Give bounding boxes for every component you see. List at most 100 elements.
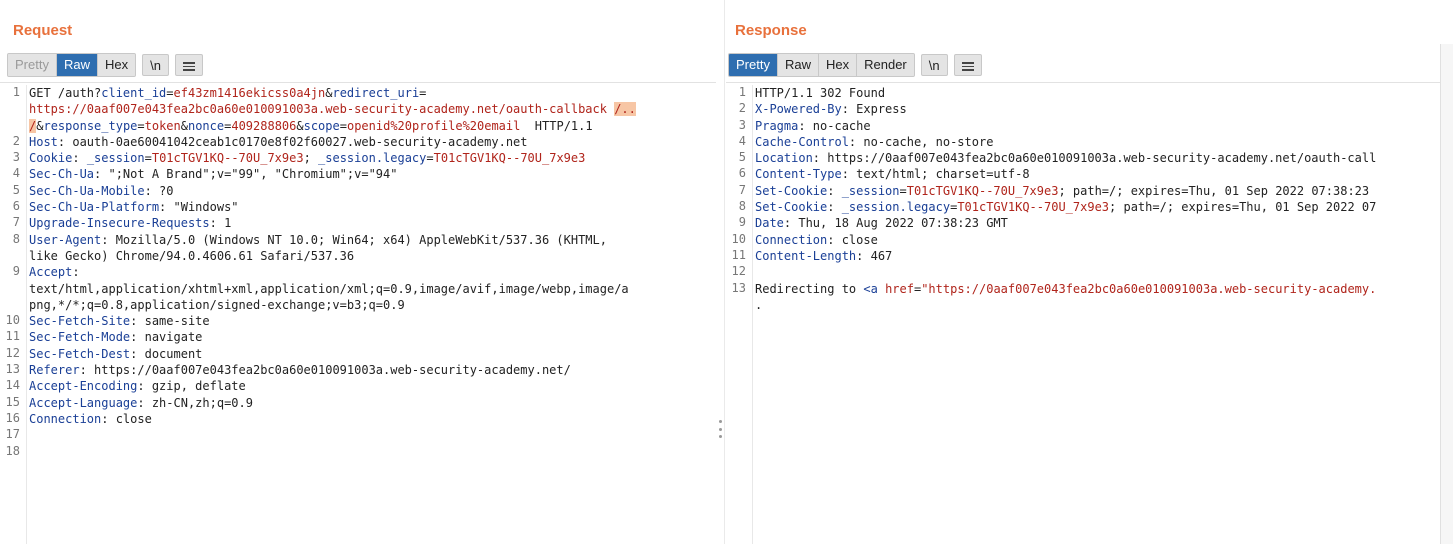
line-content: Sec-Fetch-Site: same-site <box>29 313 716 329</box>
code-line: 11 Sec-Fetch-Mode: navigate <box>0 329 716 345</box>
code-token: Sec-Fetch-Site <box>29 314 131 329</box>
code-token: Sec-Ch-Ua-Mobile <box>29 183 145 198</box>
code-token: ; path=/; expires=Thu, 01 Sep 2022 07:38… <box>1058 183 1370 198</box>
line-number: 12 <box>5 345 20 360</box>
code-token: : https://0aaf007e043fea2bc0a60e01009100… <box>79 363 571 378</box>
code-token: Pragma <box>755 118 799 133</box>
code-line: 8 User-Agent: Mozilla/5.0 (Windows NT 10.… <box>0 232 716 265</box>
menu-icon <box>961 60 974 73</box>
code-token: : Mozilla/5.0 (Windows NT 10.0; Win64; x… <box>101 232 607 247</box>
code-line: 9 Date: Thu, 18 Aug 2022 07:38:23 GMT <box>726 215 1440 231</box>
code-token: : <box>827 200 842 215</box>
code-line: 10 Sec-Fetch-Site: same-site <box>0 313 716 329</box>
code-token: : document <box>130 346 203 361</box>
code-line: 11 Content-Length: 467 <box>726 248 1440 264</box>
code-token: like Gecko) Chrome/94.0.4606.61 Safari/5… <box>29 248 355 263</box>
code-token: Connection <box>755 232 828 247</box>
code-token: nonce <box>187 118 225 133</box>
code-token: Upgrade-Insecure-Requests <box>29 216 210 231</box>
request-tab-raw[interactable]: Raw <box>56 54 98 76</box>
line-number: 7 <box>12 215 20 230</box>
split-drag-handle[interactable] <box>718 420 722 438</box>
code-token: Location <box>755 151 813 166</box>
response-editor[interactable]: 1 HTTP/1.1 302 Found 2 X-Powered-By: Expres… <box>726 85 1440 544</box>
code-token: Cache-Control <box>755 134 849 149</box>
code-token: : "Windows" <box>159 200 239 215</box>
response-newline-toggle[interactable]: \n <box>920 54 948 76</box>
line-content: Set-Cookie: _session.legacy=T01cTGV1KQ--… <box>755 199 1440 215</box>
code-token: X-Powered-By <box>755 102 842 117</box>
code-token: <a <box>863 281 886 296</box>
code-line: 12 ​ <box>726 264 1440 280</box>
code-token: _session.legacy <box>318 151 427 166</box>
response-tab-raw[interactable]: Raw <box>777 54 819 76</box>
code-token: : <box>827 183 842 198</box>
response-menu-button[interactable] <box>953 54 982 76</box>
code-line: 3 Pragma: no-cache <box>726 118 1440 134</box>
request-newline-toggle[interactable]: \n <box>142 54 169 76</box>
response-tab-pretty[interactable]: Pretty <box>729 54 778 76</box>
code-token: https://0aaf007e043fea2bc0a60e010091003a… <box>29 102 607 117</box>
line-content: ​ <box>29 444 716 460</box>
code-line: 1 HTTP/1.1 302 Found <box>726 85 1440 101</box>
code-token: : 1 <box>209 216 232 231</box>
line-number: 6 <box>738 166 746 181</box>
request-menu-button[interactable] <box>174 54 203 76</box>
code-token: : gzip, deflate <box>137 379 246 394</box>
code-token: redirect_uri <box>332 86 420 100</box>
code-token: Host <box>29 134 58 149</box>
line-number: 2 <box>12 133 20 148</box>
code-token: : close <box>827 232 878 247</box>
vertical-scrollbar[interactable] <box>1440 44 1453 544</box>
code-token: : <box>72 151 87 166</box>
code-token: Sec-Fetch-Dest <box>29 346 131 361</box>
pane-separator <box>724 0 725 544</box>
line-number: 5 <box>12 182 20 197</box>
line-content: Referer: https://0aaf007e043fea2bc0a60e0… <box>29 362 716 378</box>
line-content: Content-Length: 467 <box>755 248 1440 264</box>
code-token: : no-cache, no-store <box>848 134 994 149</box>
code-token: Sec-Fetch-Mode <box>29 330 131 345</box>
code-line: 5 Location: https://0aaf007e043fea2bc0a60… <box>726 150 1440 166</box>
code-line: 4 Cache-Control: no-cache, no-store <box>726 134 1440 150</box>
line-content: Cache-Control: no-cache, no-store <box>755 134 1440 150</box>
code-token: = <box>426 151 434 166</box>
line-number: 7 <box>738 182 746 197</box>
code-token: "https://0aaf007e043fea2bc0a60e010091003… <box>921 281 1377 296</box>
code-token: & <box>180 118 188 133</box>
line-content: Sec-Ch-Ua-Mobile: ?0 <box>29 183 716 199</box>
code-line: 2 Host: oauth-0ae60041042ceab1c0170e8f02f… <box>0 134 716 150</box>
response-tab-hex[interactable]: Hex <box>818 54 858 76</box>
response-tab-render[interactable]: Render <box>857 54 914 76</box>
code-token: : https://0aaf007e043fea2bc0a60e01009100… <box>812 151 1377 166</box>
code-token: Content-Length <box>755 248 857 263</box>
line-number: 9 <box>738 215 746 230</box>
code-token: text/html,application/xhtml+xml,applicat… <box>29 281 629 296</box>
code-token: Cookie <box>29 151 73 166</box>
code-token: GET /auth? <box>29 86 102 100</box>
code-token: Set-Cookie <box>755 183 828 198</box>
request-tab-hex[interactable]: Hex <box>97 54 136 76</box>
line-number: 14 <box>5 378 20 393</box>
line-number: 5 <box>738 150 746 165</box>
code-token: response_type <box>43 118 138 133</box>
code-line: 14 Accept-Encoding: gzip, deflate <box>0 378 716 394</box>
line-content: Accept-Language: zh-CN,zh;q=0.9 <box>29 395 716 411</box>
code-token: href <box>885 281 914 296</box>
line-number: 15 <box>5 394 20 409</box>
line-number: 4 <box>12 166 20 181</box>
line-content: Host: oauth-0ae60041042ceab1c0170e8f02f6… <box>29 134 716 150</box>
code-token: Connection <box>29 411 102 426</box>
request-editor[interactable]: 1 GET /auth?client_id=ef43zm1416ekicss0a4… <box>0 85 716 544</box>
code-token: Sec-Ch-Ua-Platform <box>29 200 160 215</box>
code-token: Redirecting to <box>755 281 864 296</box>
code-token: Referer <box>29 363 80 378</box>
line-number: 11 <box>5 329 20 344</box>
code-token: Accept-Encoding <box>29 379 138 394</box>
code-token: : zh-CN,zh;q=0.9 <box>137 395 253 410</box>
response-lines: 1 HTTP/1.1 302 Found 2 X-Powered-By: Expres… <box>726 85 1440 313</box>
line-number: 4 <box>738 133 746 148</box>
code-token: T01cTGV1KQ--70U_7x9e3 <box>433 151 586 166</box>
request-toolbar: Pretty Raw Hex \n <box>7 53 203 77</box>
request-tab-pretty[interactable]: Pretty <box>8 54 57 76</box>
